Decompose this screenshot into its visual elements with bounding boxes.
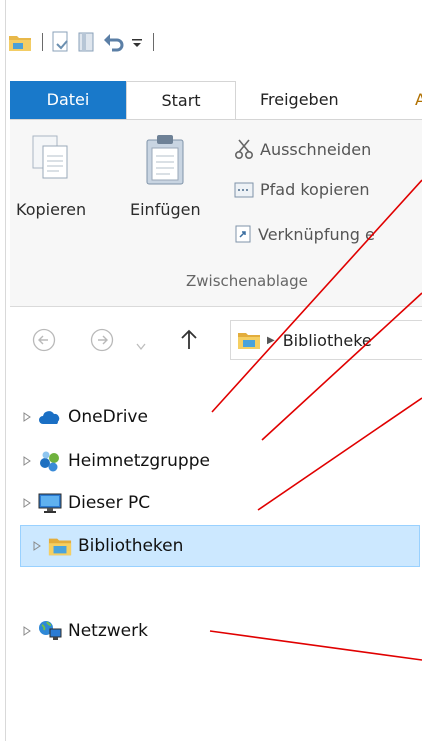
back-button[interactable] <box>32 328 56 356</box>
paste-button[interactable]: Einfügen <box>130 132 201 219</box>
tab-datei[interactable]: Datei <box>10 81 126 119</box>
tab-start[interactable]: Start <box>126 81 236 121</box>
nav-item-label: OneDrive <box>68 407 148 427</box>
path-icon <box>234 181 254 199</box>
back-arrow-icon <box>32 328 56 352</box>
expand-arrow-icon[interactable] <box>30 541 44 551</box>
clipboard-group-label: Zwischenablage <box>186 272 308 290</box>
nav-item-network[interactable]: Netzwerk <box>20 614 148 648</box>
breadcrumb-arrow-icon[interactable]: ▶ <box>267 335 275 346</box>
expand-arrow-icon[interactable] <box>20 498 34 508</box>
expand-arrow-icon[interactable] <box>20 626 34 636</box>
nav-item-label: Dieser PC <box>68 493 151 513</box>
nav-item-this-pc[interactable]: Dieser PC <box>20 486 150 520</box>
ribbon-bottom-border <box>10 306 422 307</box>
nav-item-libraries[interactable]: Bibliotheken <box>20 525 420 567</box>
nav-item-onedrive[interactable]: OneDrive <box>20 400 148 434</box>
nav-item-label: Netzwerk <box>68 621 148 641</box>
network-globe-icon <box>38 620 62 642</box>
address-field[interactable]: ▶ Bibliotheke <box>230 320 422 360</box>
up-button[interactable] <box>180 329 198 355</box>
nav-item-homegroup[interactable]: Heimnetzgruppe <box>20 444 210 478</box>
shortcut-icon <box>234 224 252 244</box>
forward-button[interactable] <box>90 328 114 356</box>
cut-button[interactable]: Ausschneiden <box>234 138 371 160</box>
libraries-folder-icon <box>237 330 261 350</box>
copy-label: Kopieren <box>16 200 87 219</box>
toolbar-separator-end <box>153 33 154 51</box>
paste-shortcut-button[interactable]: Verknüpfung e <box>234 224 375 244</box>
address-bar-row: ▶ Bibliotheke <box>10 320 422 360</box>
homegroup-icon <box>38 450 62 472</box>
copy-button[interactable]: Kopieren <box>16 132 86 219</box>
libraries-folder-icon <box>48 535 72 557</box>
tab-freigeben[interactable]: Freigeben <box>260 81 339 119</box>
tab-ansicht-partial[interactable]: A <box>415 81 422 119</box>
paste-clipboard-icon <box>146 135 184 185</box>
window-left-border <box>5 0 6 741</box>
copy-path-button[interactable]: Pfad kopieren <box>234 180 369 199</box>
properties-icon[interactable] <box>51 31 71 53</box>
annotation-line-network <box>209 630 422 661</box>
onedrive-cloud-icon <box>38 406 62 428</box>
breadcrumb-libraries[interactable]: Bibliotheke <box>283 331 372 350</box>
cut-label: Ausschneiden <box>260 139 372 159</box>
chevron-down-icon <box>136 343 146 351</box>
copy-icon <box>32 135 68 179</box>
computer-monitor-icon <box>38 492 62 514</box>
paste-shortcut-label: Verknüpfung e <box>258 224 375 244</box>
expand-arrow-icon[interactable] <box>20 456 34 466</box>
undo-icon[interactable] <box>103 32 125 52</box>
nav-item-label: Bibliotheken <box>78 536 184 556</box>
quick-access-toolbar <box>8 26 162 58</box>
scissors-icon <box>234 138 254 160</box>
ribbon-tabs: Datei Start Freigeben A <box>10 81 422 121</box>
forward-arrow-icon <box>90 328 114 352</box>
folder-app-icon[interactable] <box>8 32 32 52</box>
copy-path-label: Pfad kopieren <box>260 180 370 199</box>
toolbar-separator <box>42 33 43 51</box>
up-arrow-icon <box>181 329 197 349</box>
new-folder-icon[interactable] <box>77 31 97 53</box>
nav-item-label: Heimnetzgruppe <box>68 451 210 471</box>
ribbon-panel: Kopieren Einfügen Ausschneiden Pfad kopi… <box>10 120 422 306</box>
annotation-line-this-pc <box>257 397 422 511</box>
annotation-line-homegroup <box>261 292 422 441</box>
expand-arrow-icon[interactable] <box>20 412 34 422</box>
customize-toolbar-icon[interactable] <box>131 36 143 48</box>
paste-label: Einfügen <box>130 200 201 219</box>
recent-locations-button[interactable] <box>136 336 146 355</box>
